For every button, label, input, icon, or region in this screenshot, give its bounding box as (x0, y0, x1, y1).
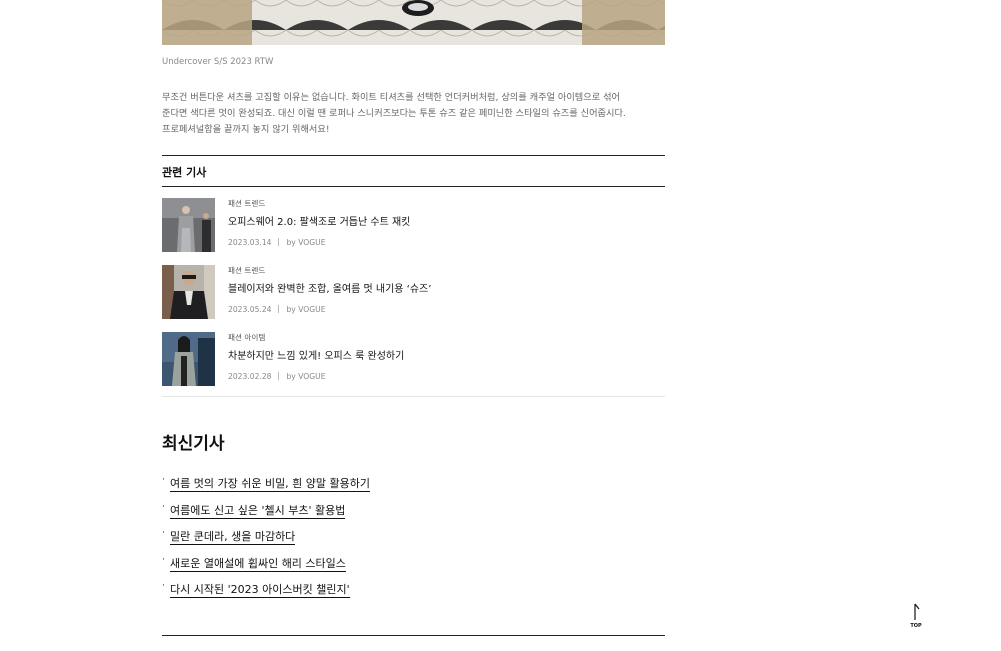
bullet: · (162, 581, 165, 591)
list-item: · 여름에도 신고 싶은 '첼시 부츠' 활용법 (162, 499, 370, 526)
list-item: · 새로운 열애설에 휩싸인 해리 스타일스 (162, 552, 370, 579)
article-date: 2023.03.14 (228, 238, 272, 247)
article-date: 2023.02.28 (228, 372, 272, 381)
article-body: 무조건 버튼다운 셔츠를 고집할 이유는 없습니다. 화이트 티셔츠를 선택한 … (162, 90, 672, 138)
related-articles-heading: 관련 기사 (162, 166, 207, 179)
article-category: 패션 트렌드 (228, 199, 266, 208)
article-page: Undercover S/S 2023 RTW 무조건 버튼다운 셔츠를 고집할… (0, 0, 1001, 651)
divider (162, 186, 665, 187)
body-line: 준다면 색다른 멋이 완성되죠. 대신 이럴 땐 로퍼나 스니커즈보다는 투톤 … (162, 108, 626, 119)
article-thumbnail[interactable] (162, 198, 215, 252)
latest-article-link[interactable]: 다시 시작된 '2023 아이스버킷 챌린지' (170, 583, 350, 598)
meta-separator (278, 238, 280, 246)
related-article[interactable]: 패션 아이템 차분하지만 느낌 있게! 오피스 룩 완성하기 2023.02.2… (162, 332, 665, 386)
arrow-up-icon (914, 603, 920, 620)
article-category: 패션 트렌드 (228, 266, 266, 275)
list-item: · 다시 시작된 '2023 아이스버킷 챌린지' (162, 578, 370, 605)
latest-articles-list: · 여름 멋의 가장 쉬운 비밀, 흰 양말 활용하기 · 여름에도 신고 싶은… (162, 472, 371, 605)
article-byline: by VOGUE (286, 305, 326, 314)
bullet: · (162, 554, 165, 565)
latest-article-link[interactable]: 여름 멋의 가장 쉬운 비밀, 흰 양말 활용하기 (170, 477, 371, 492)
scroll-to-top-button[interactable]: TOP (906, 603, 926, 629)
article-byline: by VOGUE (286, 238, 326, 247)
article-thumbnail[interactable] (162, 332, 215, 386)
article-meta: 2023.05.24 by VOGUE (228, 305, 326, 314)
article-title[interactable]: 블레이저와 완벽한 조합, 올여름 멋 내기용 ‘슈즈’ (228, 280, 431, 295)
related-article[interactable]: 패션 트렌드 블레이저와 완벽한 조합, 올여름 멋 내기용 ‘슈즈’ 2023… (162, 265, 665, 319)
article-date: 2023.05.24 (228, 305, 272, 314)
top-label: TOP (910, 623, 922, 629)
body-line: 프로페셔널함을 끝까지 놓지 않기 위해서요! (162, 124, 330, 135)
article-title[interactable]: 차분하지만 느낌 있게! 오피스 룩 완성하기 (228, 347, 404, 362)
divider (162, 396, 665, 397)
body-line: 무조건 버튼다운 셔츠를 고집할 이유는 없습니다. 화이트 티셔츠를 선택한 … (162, 92, 620, 103)
article-meta: 2023.02.28 by VOGUE (228, 372, 326, 381)
hero-photo (162, 0, 665, 45)
bullet: · (162, 501, 165, 512)
article-thumbnail[interactable] (162, 265, 215, 319)
latest-article-link[interactable]: 밀란 쿤데라, 생을 마감하다 (170, 530, 296, 545)
divider (162, 155, 665, 156)
divider (162, 635, 665, 636)
bullet: · (162, 475, 165, 485)
list-item: · 여름 멋의 가장 쉬운 비밀, 흰 양말 활용하기 (162, 472, 371, 499)
article-title[interactable]: 오피스웨어 2.0: 팔색조로 거듭난 수트 재킷 (228, 213, 410, 228)
latest-article-link[interactable]: 새로운 열애설에 휩싸인 해리 스타일스 (170, 556, 346, 572)
article-meta: 2023.03.14 by VOGUE (228, 238, 326, 247)
meta-separator (278, 305, 280, 313)
meta-separator (278, 372, 280, 380)
latest-articles-heading: 최신기사 (162, 434, 225, 454)
article-category: 패션 아이템 (228, 333, 266, 342)
hero-image (162, 0, 665, 45)
image-caption: Undercover S/S 2023 RTW (162, 57, 274, 67)
related-article[interactable]: 패션 트렌드 오피스웨어 2.0: 팔색조로 거듭난 수트 재킷 2023.03… (162, 198, 665, 252)
latest-article-link[interactable]: 여름에도 신고 싶은 '첼시 부츠' 활용법 (170, 503, 346, 519)
article-byline: by VOGUE (286, 372, 326, 381)
list-item: · 밀란 쿤데라, 생을 마감하다 (162, 525, 370, 552)
bullet: · (162, 528, 165, 538)
